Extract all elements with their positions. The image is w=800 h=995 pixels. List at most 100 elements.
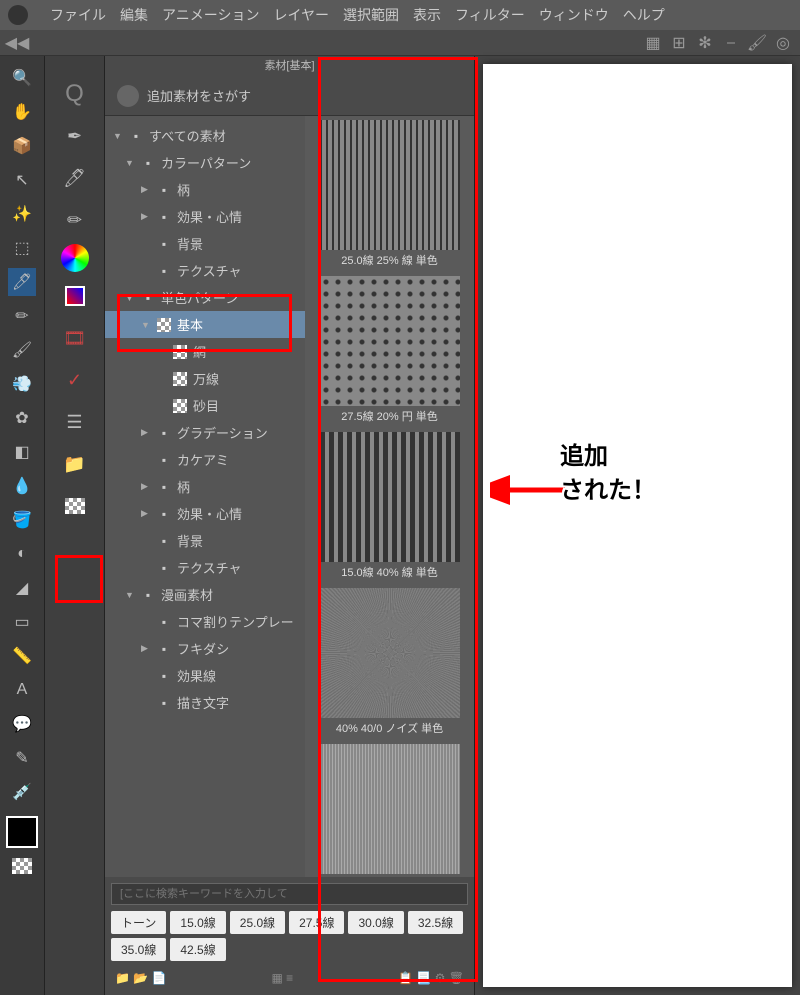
color-wheel-icon[interactable] [61, 244, 89, 272]
collapse-icon[interactable]: ◀◀ [8, 34, 26, 52]
app-logo-icon[interactable] [8, 5, 28, 25]
target-icon[interactable]: ◎ [774, 34, 792, 52]
list-action-icon[interactable]: 📋 📃 ⚙ 🗑 [398, 971, 464, 985]
text-tool[interactable]: A [8, 676, 36, 704]
menu-window[interactable]: ウィンドウ [539, 5, 609, 25]
tree-item[interactable]: ▪テクスチャ [105, 554, 305, 581]
tag[interactable]: 15.0線 [170, 911, 225, 934]
color-set-icon[interactable] [57, 278, 93, 314]
folder-icon[interactable]: 📁 [57, 446, 93, 482]
tree-item[interactable]: ▪背景 [105, 527, 305, 554]
check-icon[interactable]: ✓ [57, 362, 93, 398]
sub-pen-icon[interactable]: ✒ [57, 118, 93, 154]
tag[interactable]: 42.5線 [170, 938, 225, 961]
tree-item[interactable]: 網 [105, 338, 305, 365]
ruler-tool[interactable]: 📏 [8, 642, 36, 670]
gradient-tool[interactable]: ◐ [8, 540, 36, 568]
eraser-tool[interactable]: ◧ [8, 438, 36, 466]
annotation-text: 追加 された！ [560, 440, 656, 507]
layers-icon[interactable]: ☰ [57, 404, 93, 440]
annotation-arrow-icon [490, 475, 570, 505]
align-icon[interactable]: ⎯ [722, 34, 740, 52]
option-icon[interactable]: ⊞ [670, 34, 688, 52]
move-tool[interactable]: ✋ [8, 98, 36, 126]
tree-item[interactable]: ▪背景 [105, 230, 305, 257]
thumbnail-list: 25.0線 25% 線 単色27.5線 20% 円 単色15.0線 40% 線 … [305, 116, 474, 877]
thumbnail-item[interactable]: 40% 40/0 ノイズ 単色 [320, 588, 460, 736]
tree-item[interactable]: ▪コマ割りテンプレー [105, 608, 305, 635]
thumbnail-item[interactable]: 15.0線 40% 線 単色 [320, 432, 460, 580]
pencil-tool[interactable]: ✏ [8, 302, 36, 330]
marquee-tool[interactable]: ⬚ [8, 234, 36, 262]
view-mode-icon[interactable]: ▦ ≡ [271, 971, 293, 985]
thumbnail-item[interactable]: 50.0線 40% 線 単色 [320, 744, 460, 877]
eyedrop-tool[interactable]: 💉 [8, 778, 36, 806]
tree-item[interactable]: ▪カケアミ [105, 446, 305, 473]
thumbnail-item[interactable]: 25.0線 25% 線 単色 [320, 120, 460, 268]
tree-item[interactable]: 万線 [105, 365, 305, 392]
tree-item[interactable]: ▪効果線 [105, 662, 305, 689]
menu-edit[interactable]: 編集 [120, 5, 148, 25]
brush-tool[interactable]: 🖌 [8, 336, 36, 364]
tree-item[interactable]: ▶▪柄 [105, 473, 305, 500]
tree-item[interactable]: ▼▪漫画素材 [105, 581, 305, 608]
material-folder-icon[interactable] [57, 488, 93, 524]
tree-item[interactable]: ▼基本 [105, 311, 305, 338]
transparent-color[interactable] [12, 858, 32, 874]
grid-icon[interactable]: ▦ [644, 34, 662, 52]
tree-item[interactable]: 砂目 [105, 392, 305, 419]
loading-icon[interactable]: ✻ [696, 34, 714, 52]
pen-tool[interactable]: 🖊 [8, 268, 36, 296]
select-tool[interactable]: ↖ [8, 166, 36, 194]
wand-tool[interactable]: ✨ [8, 200, 36, 228]
foreground-color[interactable] [6, 816, 38, 848]
deco-tool[interactable]: ✿ [8, 404, 36, 432]
tag[interactable]: 32.5線 [408, 911, 463, 934]
search-bar[interactable]: 追加素材をさがす [105, 76, 474, 116]
tree-item[interactable]: ▶▪柄 [105, 176, 305, 203]
tree-item[interactable]: ▪描き文字 [105, 689, 305, 716]
tag[interactable]: 35.0線 [111, 938, 166, 961]
menu-view[interactable]: 表示 [413, 5, 441, 25]
tree-item[interactable]: ▶▪効果・心情 [105, 203, 305, 230]
sub-brush-icon[interactable]: 🖊 [57, 160, 93, 196]
tree-item[interactable]: ▶▪グラデーション [105, 419, 305, 446]
film-icon[interactable]: 🎞 [57, 320, 93, 356]
thumbnail-item[interactable]: 27.5線 20% 円 単色 [320, 276, 460, 424]
frame-tool[interactable]: ▭ [8, 608, 36, 636]
menu-help[interactable]: ヘルプ [623, 5, 665, 25]
menu-file[interactable]: ファイル [50, 5, 106, 25]
tree-item[interactable]: ▼▪カラーパターン [105, 149, 305, 176]
airbrush-tool[interactable]: 💨 [8, 370, 36, 398]
search-input[interactable] [111, 883, 468, 905]
blend-tool[interactable]: 💧 [8, 472, 36, 500]
canvas[interactable] [483, 64, 792, 987]
menu-animation[interactable]: アニメーション [162, 5, 259, 25]
folder-action-icon[interactable]: 📁 📂 📄 [115, 971, 167, 985]
balloon-tool[interactable]: 💬 [8, 710, 36, 738]
fill-tool[interactable]: 🪣 [8, 506, 36, 534]
tree-item[interactable]: ▶▪フキダシ [105, 635, 305, 662]
menu-filter[interactable]: フィルター [455, 5, 525, 25]
tag[interactable]: 30.0線 [348, 911, 403, 934]
menu-layer[interactable]: レイヤー [273, 5, 329, 25]
correct-tool[interactable]: ✎ [8, 744, 36, 772]
tag-list: トーン15.0線25.0線27.5線30.0線32.5線 35.0線42.5線 [111, 911, 468, 961]
toolbar-top: ◀◀ ▦ ⊞ ✻ ⎯ 🖌 ◎ [0, 30, 800, 56]
tag[interactable]: トーン [111, 911, 166, 934]
menu-selection[interactable]: 選択範囲 [343, 5, 399, 25]
brush-icon[interactable]: 🖌 [748, 34, 766, 52]
tree-item[interactable]: ▶▪効果・心情 [105, 500, 305, 527]
quick-access-icon[interactable]: Q [57, 76, 93, 112]
tag[interactable]: 25.0線 [230, 911, 285, 934]
menubar: ファイル 編集 アニメーション レイヤー 選択範囲 表示 フィルター ウィンドウ… [0, 0, 800, 30]
tree-item[interactable]: ▪テクスチャ [105, 257, 305, 284]
tree-item[interactable]: ▼▪単色パターン [105, 284, 305, 311]
materials-panel: 素材[基本] 追加素材をさがす ▼▪すべての素材▼▪カラーパターン▶▪柄▶▪効果… [105, 56, 475, 995]
tree-item[interactable]: ▼▪すべての素材 [105, 122, 305, 149]
tag[interactable]: 27.5線 [289, 911, 344, 934]
sub-marker-icon[interactable]: ✏ [57, 202, 93, 238]
shape-tool[interactable]: ◢ [8, 574, 36, 602]
3d-tool[interactable]: 📦 [8, 132, 36, 160]
zoom-tool[interactable]: 🔍 [8, 64, 36, 92]
